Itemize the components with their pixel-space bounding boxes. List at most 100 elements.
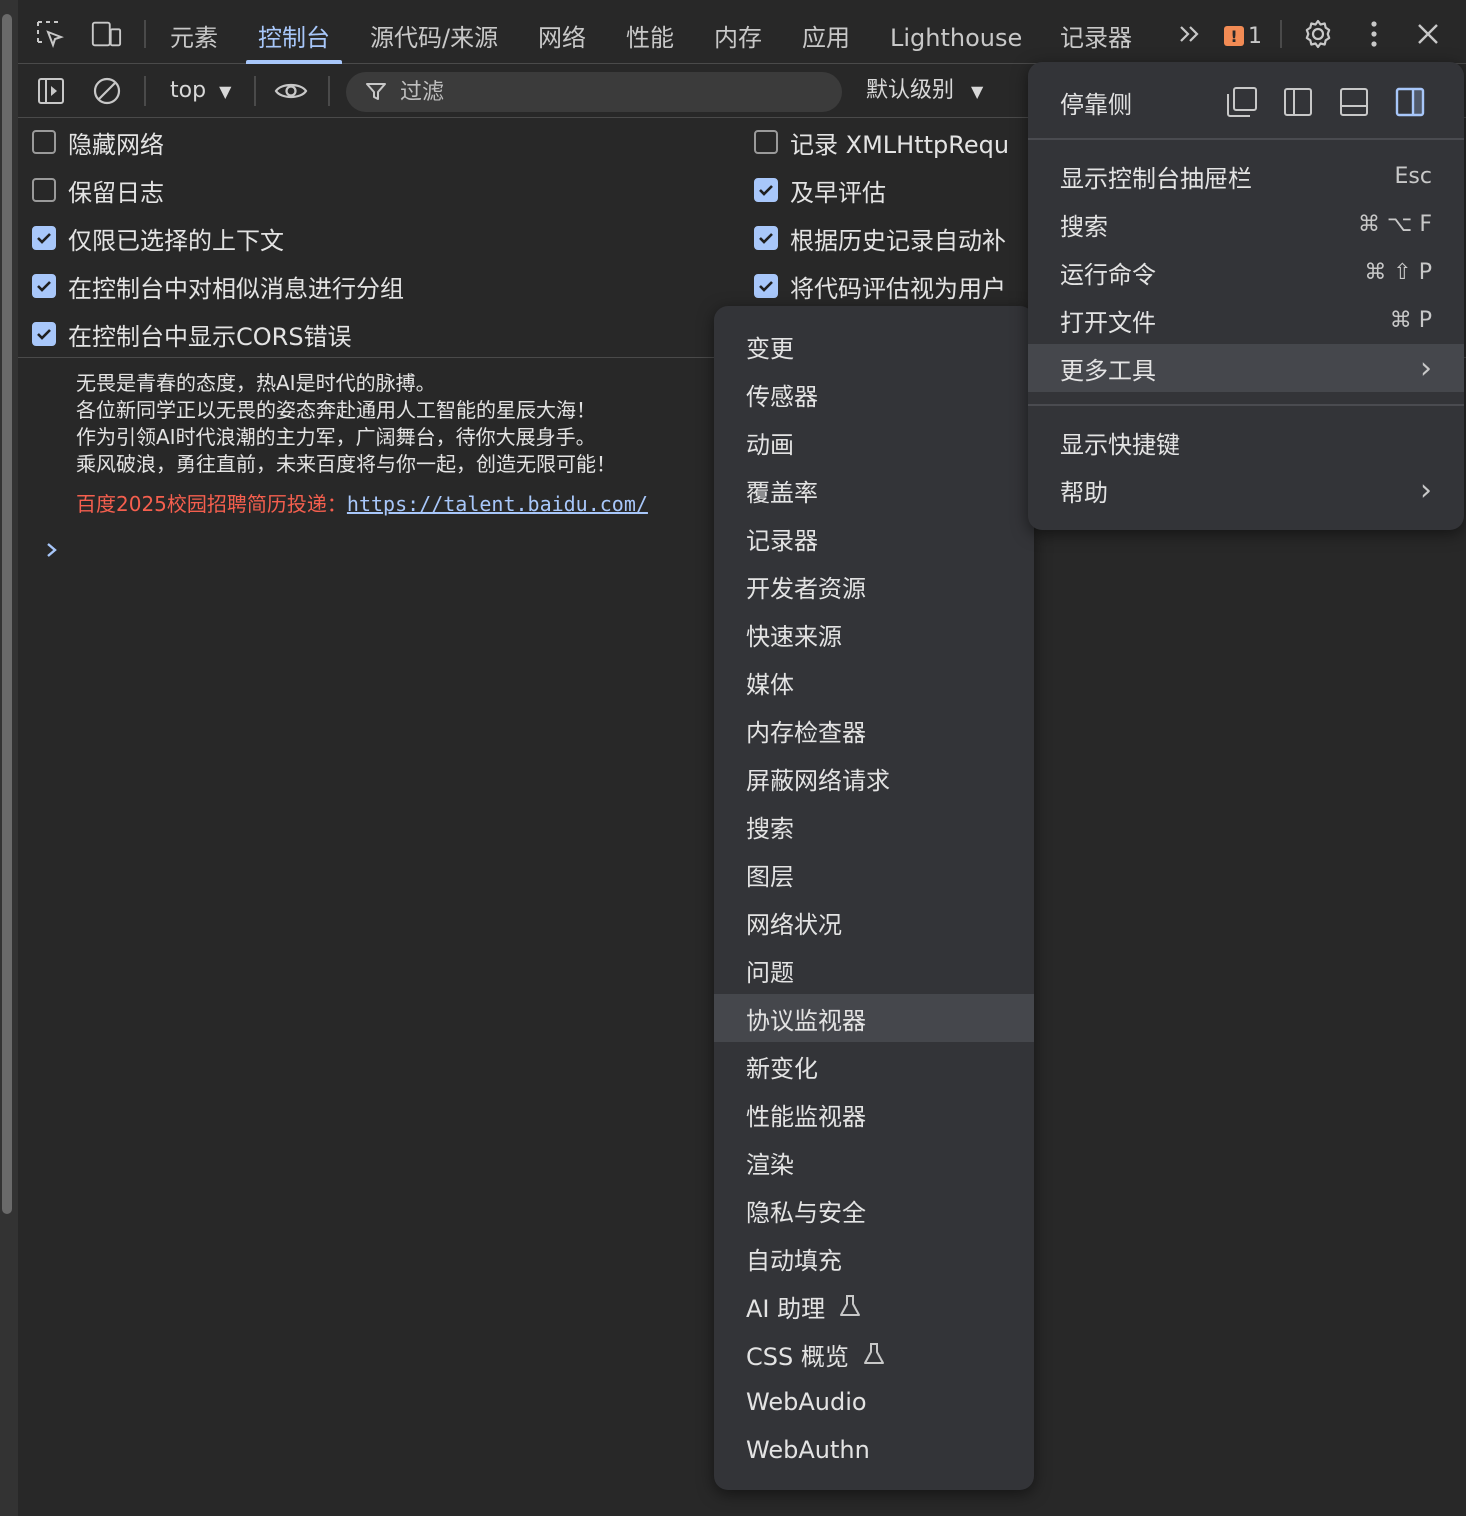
menu-item-label: 记录器 bbox=[746, 526, 818, 555]
setting-selected-context-only[interactable]: 仅限已选择的上下文 bbox=[32, 214, 284, 262]
tab-sources[interactable]: 源代码/来源 bbox=[370, 0, 498, 64]
context-selector[interactable]: top ▼ bbox=[170, 74, 231, 108]
tool-network-request-blocking[interactable]: 屏蔽网络请求 bbox=[714, 754, 1034, 802]
tool-webauthn[interactable]: WebAuthn bbox=[714, 1426, 1034, 1474]
setting-label: 根据历史记录自动补 bbox=[790, 226, 1006, 255]
experimental-flask-icon bbox=[863, 1343, 884, 1364]
dropdown-arrow-icon: ▼ bbox=[219, 82, 232, 101]
device-toggle-icon[interactable] bbox=[90, 18, 122, 50]
tool-layers[interactable]: 图层 bbox=[714, 850, 1034, 898]
menu-more-tools[interactable]: 更多工具 › bbox=[1028, 344, 1464, 392]
filter-input[interactable] bbox=[400, 72, 820, 112]
setting-eager-eval[interactable]: 及早评估 bbox=[754, 166, 1010, 214]
tab-application[interactable]: 应用 bbox=[802, 0, 850, 64]
checkbox-checked[interactable] bbox=[32, 226, 56, 250]
filter-box[interactable] bbox=[346, 72, 842, 112]
setting-user-activation[interactable]: 将代码评估视为用户 bbox=[754, 262, 1010, 310]
recruit-link[interactable]: https://talent.baidu.com/ bbox=[347, 492, 648, 516]
tab-network[interactable]: 网络 bbox=[538, 0, 586, 64]
tool-developer-resources[interactable]: 开发者资源 bbox=[714, 562, 1034, 610]
tool-animations[interactable]: 动画 bbox=[714, 418, 1034, 466]
tab-memory[interactable]: 内存 bbox=[714, 0, 762, 64]
checkbox-checked[interactable] bbox=[754, 178, 778, 202]
tool-changes[interactable]: 变更 bbox=[714, 322, 1034, 370]
divider bbox=[328, 76, 330, 106]
dock-left-icon[interactable] bbox=[1280, 84, 1316, 120]
tool-sensors[interactable]: 传感器 bbox=[714, 370, 1034, 418]
checkbox[interactable] bbox=[32, 178, 56, 202]
sidebar-toggle-icon[interactable] bbox=[34, 74, 68, 108]
tool-privacy-security[interactable]: 隐私与安全 bbox=[714, 1186, 1034, 1234]
setting-label: 将代码评估视为用户 bbox=[790, 274, 1006, 303]
menu-item-label: 内存检查器 bbox=[746, 718, 866, 747]
setting-autocomplete-history[interactable]: 根据历史记录自动补 bbox=[754, 214, 1010, 262]
tab-elements[interactable]: 元素 bbox=[170, 0, 218, 64]
tab-performance[interactable]: 性能 bbox=[626, 0, 674, 64]
more-tabs-icon[interactable] bbox=[1174, 18, 1206, 50]
menu-item-label: 搜索 bbox=[746, 814, 794, 843]
menu-open-file[interactable]: 打开文件 ⌘ P bbox=[1028, 296, 1464, 344]
live-expression-eye-icon[interactable] bbox=[274, 74, 308, 108]
tool-issues[interactable]: 问题 bbox=[714, 946, 1034, 994]
tool-recorder[interactable]: 记录器 bbox=[714, 514, 1034, 562]
setting-label: 保留日志 bbox=[68, 178, 164, 207]
checkbox-checked[interactable] bbox=[754, 226, 778, 250]
dock-right-icon[interactable] bbox=[1392, 84, 1428, 120]
tool-memory-inspector[interactable]: 内存检查器 bbox=[714, 706, 1034, 754]
close-icon[interactable] bbox=[1412, 18, 1444, 50]
tool-performance-monitor[interactable]: 性能监视器 bbox=[714, 1090, 1034, 1138]
tool-network-conditions[interactable]: 网络状况 bbox=[714, 898, 1034, 946]
checkbox-checked[interactable] bbox=[32, 274, 56, 298]
setting-show-cors-errors[interactable]: 在控制台中显示CORS错误 bbox=[32, 310, 352, 358]
menu-show-console-drawer[interactable]: 显示控制台抽屉栏 Esc bbox=[1028, 152, 1464, 200]
setting-hide-network[interactable]: 隐藏网络 bbox=[32, 118, 164, 166]
tab-lighthouse[interactable]: Lighthouse bbox=[890, 0, 1022, 64]
checkbox[interactable] bbox=[754, 130, 778, 154]
tool-autofill[interactable]: 自动填充 bbox=[714, 1234, 1034, 1282]
console-prompt-chevron-icon[interactable] bbox=[42, 538, 62, 562]
menu-item-label: 图层 bbox=[746, 862, 794, 891]
tool-protocol-monitor[interactable]: 协议监视器 bbox=[714, 994, 1034, 1042]
menu-divider bbox=[1028, 404, 1464, 406]
setting-group-similar[interactable]: 在控制台中对相似消息进行分组 bbox=[32, 262, 404, 310]
dock-bottom-icon[interactable] bbox=[1336, 84, 1372, 120]
checkbox[interactable] bbox=[32, 130, 56, 154]
undock-window-icon[interactable] bbox=[1224, 84, 1260, 120]
scrollbar-thumb[interactable] bbox=[2, 14, 12, 1214]
menu-divider bbox=[1028, 138, 1464, 140]
kebab-menu-icon[interactable] bbox=[1358, 18, 1390, 50]
tool-search[interactable]: 搜索 bbox=[714, 802, 1034, 850]
chevron-right-icon: › bbox=[1420, 350, 1432, 386]
tool-media[interactable]: 媒体 bbox=[714, 658, 1034, 706]
log-levels-dropdown[interactable]: 默认级别 ▼ bbox=[866, 74, 983, 108]
checkbox-checked[interactable] bbox=[32, 322, 56, 346]
menu-show-shortcuts[interactable]: 显示快捷键 bbox=[1028, 418, 1464, 466]
clear-console-icon[interactable] bbox=[90, 74, 124, 108]
tool-ai-assistant[interactable]: AI 助理 bbox=[714, 1282, 1034, 1330]
settings-gear-icon[interactable] bbox=[1302, 18, 1334, 50]
tool-whats-new[interactable]: 新变化 bbox=[714, 1042, 1034, 1090]
left-scrollbar[interactable] bbox=[0, 0, 18, 1516]
tool-webaudio[interactable]: WebAudio bbox=[714, 1378, 1034, 1426]
setting-preserve-log[interactable]: 保留日志 bbox=[32, 166, 164, 214]
inspect-element-icon[interactable] bbox=[34, 18, 66, 50]
menu-item-label: 快速来源 bbox=[746, 622, 842, 651]
menu-search[interactable]: 搜索 ⌘ ⌥ F bbox=[1028, 200, 1464, 248]
tool-rendering[interactable]: 渲染 bbox=[714, 1138, 1034, 1186]
tool-quick-source[interactable]: 快速来源 bbox=[714, 610, 1034, 658]
menu-help[interactable]: 帮助 › bbox=[1028, 466, 1464, 514]
log-levels-value: 默认级别 bbox=[866, 78, 955, 103]
tool-coverage[interactable]: 覆盖率 bbox=[714, 466, 1034, 514]
menu-item-label: WebAudio bbox=[746, 1388, 867, 1416]
setting-label: 仅限已选择的上下文 bbox=[68, 226, 284, 255]
setting-label: 隐藏网络 bbox=[68, 130, 164, 159]
setting-log-xhr[interactable]: 记录 XMLHttpReque bbox=[754, 118, 1010, 166]
tool-css-overview[interactable]: CSS 概览 bbox=[714, 1330, 1034, 1378]
tab-recorder[interactable]: 记录器 bbox=[1060, 0, 1132, 64]
menu-item-label: 帮助 bbox=[1060, 478, 1108, 507]
tab-console[interactable]: 控制台 bbox=[246, 0, 342, 64]
issues-counter[interactable]: ! 1 bbox=[1224, 22, 1262, 50]
menu-run-command[interactable]: 运行命令 ⌘ ⇧ P bbox=[1028, 248, 1464, 296]
checkbox-checked[interactable] bbox=[754, 274, 778, 298]
setting-label: 在控制台中显示CORS错误 bbox=[68, 322, 352, 351]
